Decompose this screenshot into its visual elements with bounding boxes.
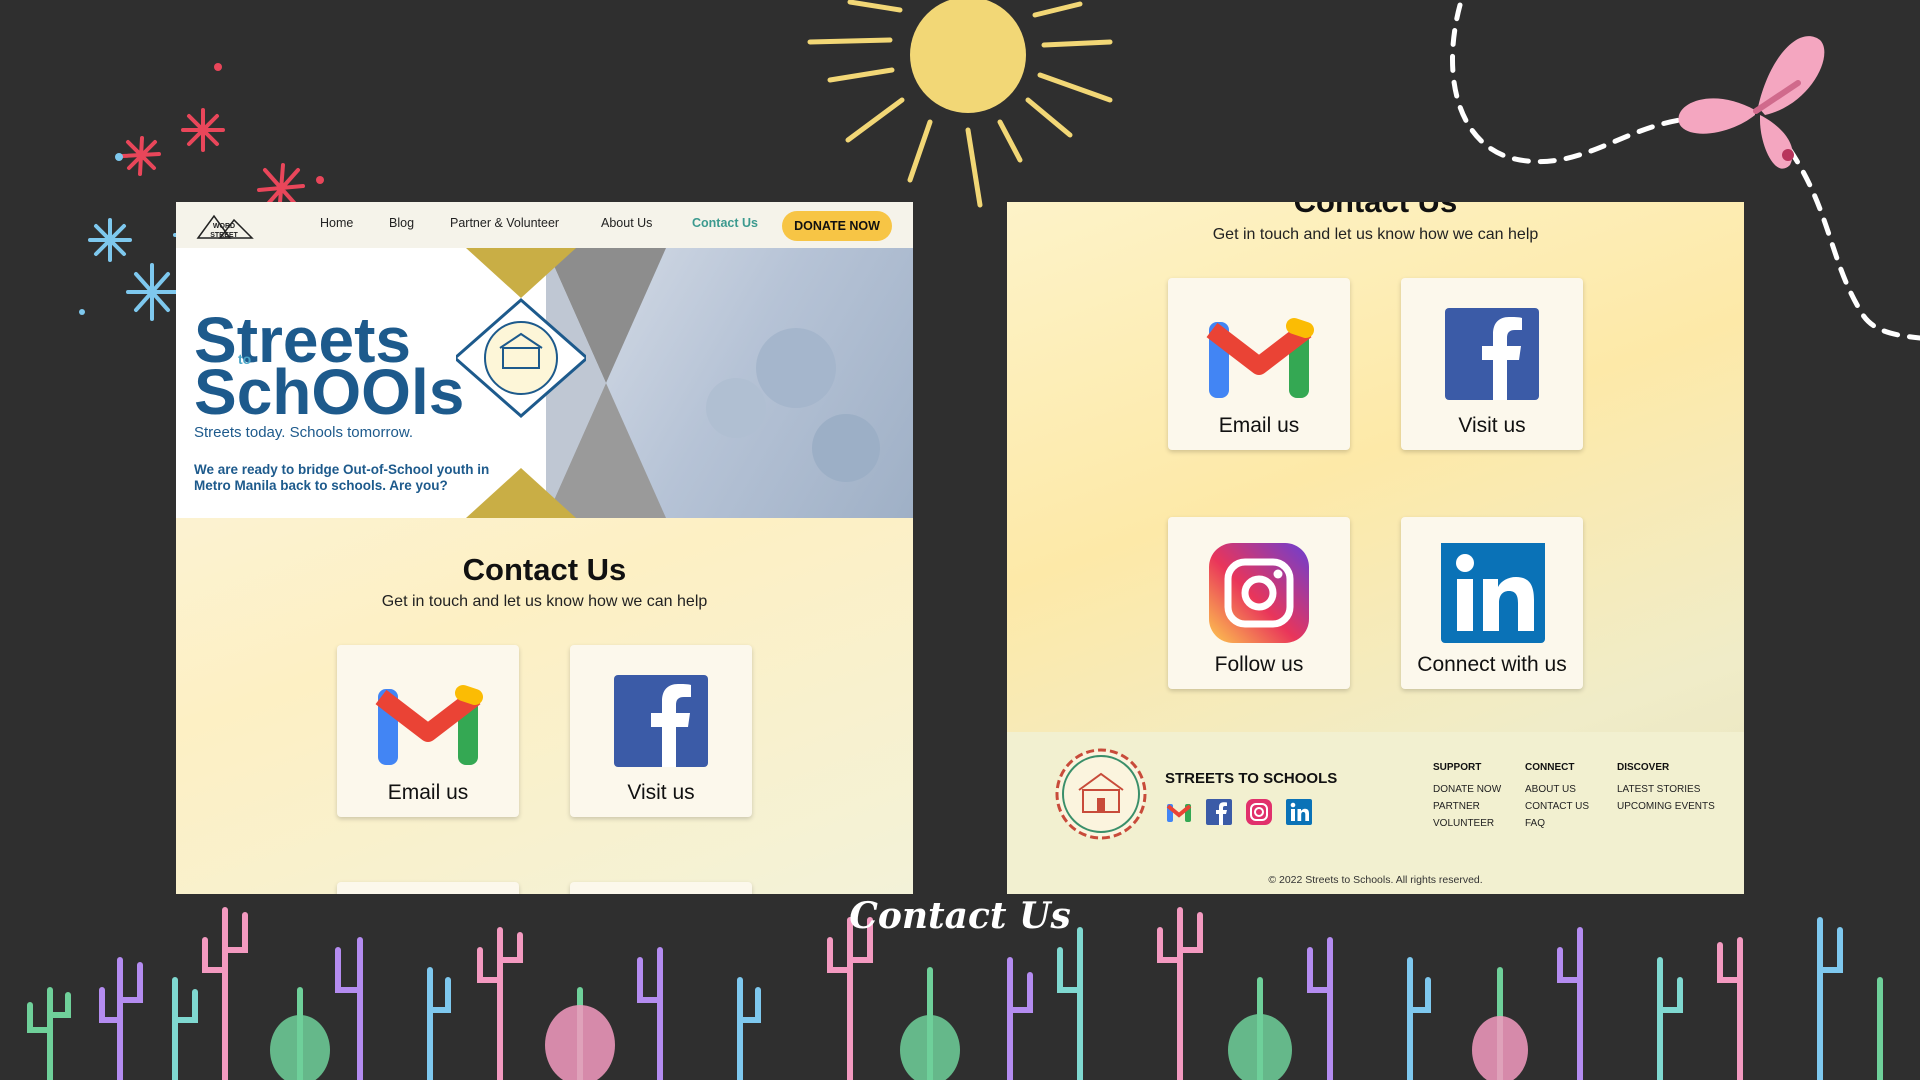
- footer-link-donate-now[interactable]: DONATE NOW: [1433, 784, 1501, 795]
- facebook-icon: [614, 675, 708, 767]
- contact-subtitle: Get in touch and let us know how we can …: [381, 593, 708, 610]
- footer-link-upcoming-events[interactable]: UPCOMING EVENTS: [1617, 801, 1715, 812]
- connect-with-us-card[interactable]: Connect with us: [1401, 517, 1583, 689]
- visit-us-label: Visit us: [627, 781, 695, 804]
- contact-title: Contact Us: [462, 552, 627, 587]
- connect-with-us-label: Connect with us: [1417, 653, 1567, 676]
- email-us-card[interactable]: Email us: [1168, 278, 1350, 450]
- follow-us-label: Follow us: [1214, 653, 1304, 676]
- linkedin-icon: [1441, 543, 1545, 643]
- nav-about-us[interactable]: About Us: [601, 216, 652, 230]
- svg-text:STREET: STREET: [210, 232, 238, 239]
- sun-doodle: [807, 0, 1113, 208]
- footer-discover-heading: DISCOVER: [1617, 762, 1670, 773]
- top-nav: WORD STREET Home Blog Partner & Voluntee…: [176, 202, 913, 248]
- hero-photo-collage: [546, 248, 913, 518]
- follow-us-card[interactable]: Follow us: [1168, 517, 1350, 689]
- hero-tagline: Streets today. Schools tomorrow.: [194, 424, 413, 441]
- footer-facebook-icon[interactable]: [1205, 798, 1233, 826]
- nav-blog[interactable]: Blog: [389, 216, 414, 230]
- hero-title: Streets to SchOOls: [194, 304, 465, 428]
- instagram-icon: [1209, 543, 1309, 643]
- hero-description: We are ready to bridge Out-of-School you…: [194, 462, 490, 493]
- website-preview-right: Contact Us Get in touch and let us know …: [1007, 202, 1744, 894]
- nav-partner-volunteer[interactable]: Partner & Volunteer: [450, 216, 559, 230]
- footer-link-contact-us[interactable]: CONTACT US: [1525, 801, 1589, 812]
- footer-link-faq[interactable]: FAQ: [1525, 818, 1545, 829]
- follow-us-card-partial[interactable]: [337, 882, 519, 894]
- visit-us-label: Visit us: [1458, 414, 1526, 437]
- website-preview-left: WORD STREET Home Blog Partner & Voluntee…: [176, 202, 913, 894]
- footer-link-volunteer[interactable]: VOLUNTEER: [1433, 818, 1494, 829]
- footer-link-latest-stories[interactable]: LATEST STORIES: [1617, 784, 1700, 795]
- visit-us-card[interactable]: Visit us: [570, 645, 752, 817]
- footer-link-partner[interactable]: PARTNER: [1433, 801, 1480, 812]
- gmail-icon: [375, 685, 483, 765]
- footer-emblem-logo[interactable]: [1053, 746, 1149, 842]
- email-us-card[interactable]: Email us: [337, 645, 519, 817]
- contact-title-scrolled: Contact Us: [1007, 202, 1744, 220]
- footer-copyright: © 2022 Streets to Schools. All rights re…: [1268, 874, 1483, 886]
- butterfly-doodle: [1678, 36, 1825, 169]
- footer-support-heading: SUPPORT: [1433, 762, 1482, 773]
- connect-card-partial[interactable]: [570, 882, 752, 894]
- footer-gmail-icon[interactable]: [1165, 798, 1193, 826]
- email-us-label: Email us: [1218, 414, 1300, 437]
- email-us-label: Email us: [387, 781, 469, 804]
- footer-linkedin-icon[interactable]: [1285, 798, 1313, 826]
- footer-connect-heading: CONNECT: [1525, 762, 1575, 773]
- footer-instagram-icon[interactable]: [1245, 798, 1273, 826]
- gmail-icon: [1206, 318, 1314, 398]
- footer-link-about-us[interactable]: ABOUT US: [1525, 784, 1576, 795]
- site-footer: STREETS TO SCHOOLS SUPPORT DONATE NOW PA…: [1007, 732, 1744, 894]
- donate-now-button[interactable]: DONATE NOW: [782, 211, 892, 241]
- slide-caption: Contact Us: [849, 895, 1071, 937]
- visit-us-card[interactable]: Visit us: [1401, 278, 1583, 450]
- footer-brand-name: STREETS TO SCHOOLS: [1165, 770, 1338, 787]
- hero-banner: Streets to SchOOls Streets today. School…: [176, 248, 913, 518]
- nav-contact-us[interactable]: Contact Us: [692, 216, 758, 230]
- svg-text:WORD: WORD: [213, 223, 235, 230]
- contact-subtitle-scrolled: Get in touch and let us know how we can …: [1212, 226, 1539, 243]
- nav-home[interactable]: Home: [320, 216, 353, 230]
- facebook-icon: [1445, 308, 1539, 400]
- site-logo[interactable]: WORD STREET: [194, 210, 256, 240]
